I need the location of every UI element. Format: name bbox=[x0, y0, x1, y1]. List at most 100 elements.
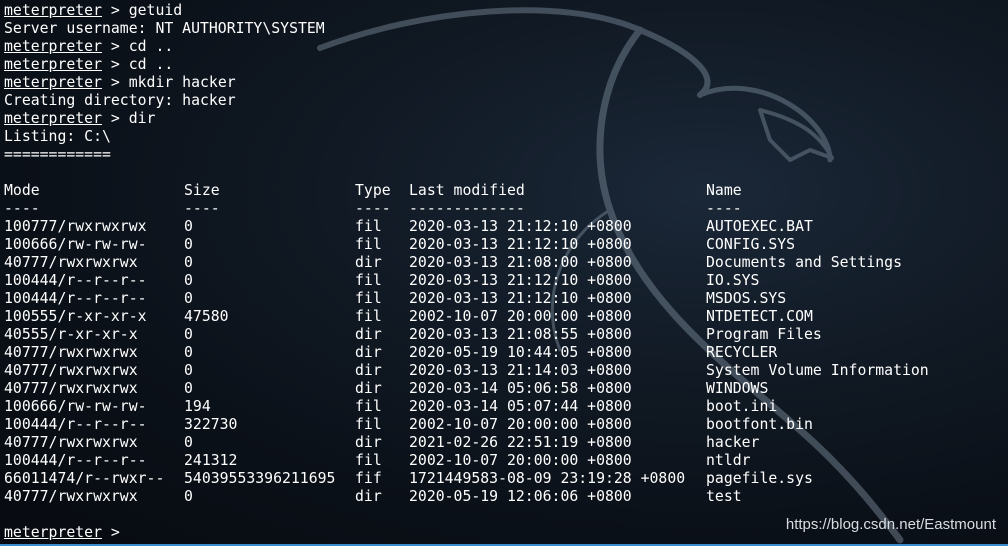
cell-modified: 2020-03-13 21:12:10 +0800 bbox=[409, 236, 632, 253]
table-row: 100555/r-xr-xr-x 47580 fil 2002-10-07 20:00… bbox=[4, 308, 1004, 326]
cell-name: IO.SYS bbox=[706, 272, 760, 289]
cell-size: 0 bbox=[184, 488, 193, 505]
cell-type: fil bbox=[355, 290, 382, 307]
cell-name: hacker bbox=[706, 434, 760, 451]
cell-type: fil bbox=[355, 272, 382, 289]
cell-size: 0 bbox=[184, 434, 193, 451]
cell-name: boot.ini bbox=[706, 398, 778, 415]
cell-name: System Volume Information bbox=[706, 362, 929, 379]
table-row: 100444/r--r--r-- 241312 fil 2002-10-07 20:0… bbox=[4, 452, 1004, 470]
table-row: 40777/rwxrwxrwx 0 dir 2020-05-19 10:44:05 +… bbox=[4, 344, 1004, 362]
table-row: 40555/r-xr-xr-x 0 dir 2020-03-13 21:08:55 +… bbox=[4, 326, 1004, 344]
table-row: 100444/r--r--r-- 322730 fil 2002-10-07 20:0… bbox=[4, 416, 1004, 434]
terminal-window[interactable]: meterpreter > getuid Server username: NT … bbox=[0, 0, 1008, 546]
prompt-separator: > bbox=[102, 110, 129, 127]
cell-modified: 2020-03-13 21:12:10 +0800 bbox=[409, 290, 632, 307]
prompt-separator: > bbox=[102, 2, 129, 19]
column-header-mode: Mode bbox=[4, 182, 40, 199]
cell-size: 0 bbox=[184, 236, 193, 253]
cell-mode: 100444/r--r--r-- bbox=[4, 416, 147, 433]
cell-name: WINDOWS bbox=[706, 380, 769, 397]
table-row: 40777/rwxrwxrwx 0 dir 2020-03-13 21:14:03 +… bbox=[4, 362, 1004, 380]
prompt-label: meterpreter bbox=[4, 74, 102, 91]
cell-modified: 2020-03-13 21:12:10 +0800 bbox=[409, 272, 632, 289]
command-text: cd .. bbox=[128, 38, 174, 55]
column-header-modified: Last modified bbox=[409, 182, 525, 199]
table-row: 100666/rw-rw-rw- 0 fil 2020-03-13 21:12:10 … bbox=[4, 236, 1004, 254]
prompt-separator: > bbox=[102, 56, 129, 73]
header-rule-size: ---- bbox=[184, 200, 220, 217]
table-row: 40777/rwxrwxrwx 0 dir 2020-03-13 21:08:00 +… bbox=[4, 254, 1004, 272]
prompt-label: meterpreter bbox=[4, 56, 102, 73]
cell-type: dir bbox=[355, 344, 382, 361]
table-row: 66011474/r--rwxr-- 54039553396211695 fif 17… bbox=[4, 470, 1004, 488]
cell-mode: 100777/rwxrwxrwx bbox=[4, 218, 147, 235]
listing-header-row: Mode Size Type Last modified Name bbox=[4, 182, 1004, 200]
cell-name: test bbox=[706, 488, 742, 505]
watermark-text: https://blog.csdn.net/Eastmount bbox=[785, 516, 996, 533]
cell-size: 194 bbox=[184, 398, 211, 415]
cell-mode: 40777/rwxrwxrwx bbox=[4, 434, 138, 451]
cell-modified: 2020-03-13 21:14:03 +0800 bbox=[409, 362, 632, 379]
cell-type: dir bbox=[355, 254, 382, 271]
prompt-label: meterpreter bbox=[4, 2, 102, 19]
cell-size: 0 bbox=[184, 290, 193, 307]
cell-modified: 2002-10-07 20:00:00 +0800 bbox=[409, 416, 632, 433]
table-row: 100444/r--r--r-- 0 fil 2020-03-13 21:12:10 … bbox=[4, 290, 1004, 308]
cell-size: 54039553396211695 bbox=[184, 470, 336, 487]
cell-type: dir bbox=[355, 380, 382, 397]
cell-size: 0 bbox=[184, 254, 193, 271]
output-line: Server username: NT AUTHORITY\SYSTEM bbox=[4, 20, 325, 37]
header-rule-modified: ------------- bbox=[409, 200, 525, 217]
cell-mode: 66011474/r--rwxr-- bbox=[4, 470, 165, 487]
cell-size: 322730 bbox=[184, 416, 238, 433]
command-line: meterpreter > cd .. bbox=[4, 38, 1004, 56]
command-text: getuid bbox=[128, 2, 183, 19]
cell-name: MSDOS.SYS bbox=[706, 290, 787, 307]
cell-modified: 2020-03-13 21:12:10 +0800 bbox=[409, 218, 632, 235]
cell-size: 0 bbox=[184, 362, 193, 379]
header-rule-name: ---- bbox=[706, 200, 742, 217]
cell-modified: 2020-03-13 21:08:00 +0800 bbox=[409, 254, 632, 271]
cell-mode: 100444/r--r--r-- bbox=[4, 452, 147, 469]
header-rule-mode: ---- bbox=[4, 200, 40, 217]
command-text: dir bbox=[128, 110, 156, 127]
cell-type: dir bbox=[355, 326, 382, 343]
cell-modified: 2021-02-26 22:51:19 +0800 bbox=[409, 434, 632, 451]
output-line: ============ bbox=[4, 146, 111, 163]
prompt-label: meterpreter bbox=[4, 110, 102, 127]
cell-name: ntldr bbox=[706, 452, 751, 469]
prompt-label: meterpreter bbox=[4, 38, 102, 55]
cell-type: dir bbox=[355, 362, 382, 379]
cell-type: fil bbox=[355, 236, 382, 253]
cell-size: 0 bbox=[184, 272, 193, 289]
cell-mode: 40777/rwxrwxrwx bbox=[4, 380, 138, 397]
command-line: meterpreter > dir bbox=[4, 110, 1004, 128]
cell-mode: 40777/rwxrwxrwx bbox=[4, 254, 138, 271]
prompt-label: meterpreter bbox=[4, 524, 102, 541]
prompt-separator: > bbox=[102, 74, 129, 91]
cell-type: fil bbox=[355, 218, 382, 235]
cell-mode: 40555/r-xr-xr-x bbox=[4, 326, 138, 343]
column-header-name: Name bbox=[706, 182, 742, 199]
cell-mode: 100666/rw-rw-rw- bbox=[4, 236, 147, 253]
command-line: meterpreter > mkdir hacker bbox=[4, 74, 1004, 92]
cell-mode: 40777/rwxrwxrwx bbox=[4, 362, 138, 379]
cell-type: fil bbox=[355, 308, 382, 325]
cell-type: dir bbox=[355, 434, 382, 451]
cell-name: pagefile.sys bbox=[706, 470, 813, 487]
column-header-type: Type bbox=[355, 182, 391, 199]
output-line: Creating directory: hacker bbox=[4, 92, 236, 109]
command-text: cd .. bbox=[128, 56, 174, 73]
prompt-separator: > bbox=[102, 38, 129, 55]
cell-name: Program Files bbox=[706, 326, 822, 343]
cell-name: Documents and Settings bbox=[706, 254, 902, 271]
cell-mode: 40777/rwxrwxrwx bbox=[4, 344, 138, 361]
command-text: mkdir hacker bbox=[128, 74, 236, 91]
cell-modified: 2020-05-19 10:44:05 +0800 bbox=[409, 344, 632, 361]
cell-modified: 2020-03-14 05:06:58 +0800 bbox=[409, 380, 632, 397]
command-line: meterpreter > cd .. bbox=[4, 56, 1004, 74]
cell-type: dir bbox=[355, 488, 382, 505]
table-row: 100777/rwxrwxrwx 0 fil 2020-03-13 21:12:10 … bbox=[4, 218, 1004, 236]
